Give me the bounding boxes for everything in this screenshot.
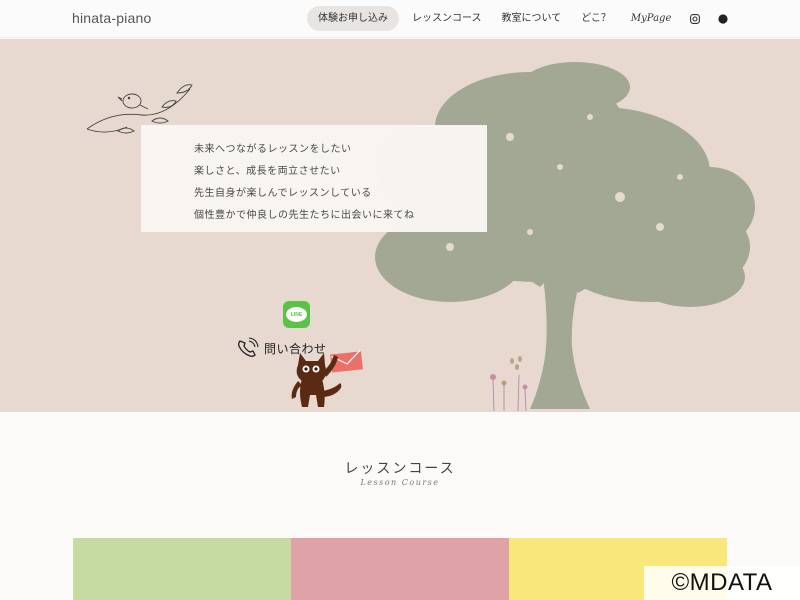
lesson-section-title: レッスンコース (344, 461, 456, 477)
lesson-cards (73, 538, 727, 600)
site-header: hinata-piano 体験お申し込み レッスンコース 教室について どこ？ … (0, 0, 800, 38)
message-line: 先生自身が楽しんでレッスンしている (194, 188, 372, 199)
main-nav: 体験お申し込み レッスンコース 教室について どこ？ MyPage (307, 6, 737, 31)
lesson-card-pink[interactable] (291, 538, 509, 600)
line-app-icon[interactable]: LINE (283, 301, 310, 328)
watermark: ©MDATA (644, 566, 800, 600)
message-box: 未来へつながるレッスンをしたい 楽しさと、成長を両立させたい 先生自身が楽しんで… (141, 125, 487, 232)
account-icon[interactable] (709, 6, 737, 31)
nav-about-school[interactable]: 教室について (492, 6, 572, 31)
message-line: 未来へつながるレッスンをしたい (194, 144, 352, 155)
instagram-icon[interactable] (681, 6, 709, 31)
line-badge-text: LINE (286, 307, 307, 322)
lesson-section-subtitle: Lesson Course (360, 478, 440, 487)
nav-trial-application[interactable]: 体験お申し込み (307, 6, 399, 31)
nav-lesson-course[interactable]: レッスンコース (402, 6, 492, 31)
message-line: 個性豊かで仲良しの先生たちに出会いに来てね (194, 210, 415, 221)
tree-illustration (375, 62, 755, 409)
hero-section: 未来へつながるレッスンをしたい 楽しさと、成長を両立させたい 先生自身が楽しんで… (0, 39, 800, 412)
phone-icon (238, 337, 259, 357)
flowers-illustration (490, 356, 528, 412)
cat-illustration (291, 353, 342, 407)
lesson-card-green[interactable] (73, 538, 291, 600)
message-line: 楽しさと、成長を両立させたい (194, 166, 341, 177)
site-logo[interactable]: hinata-piano (72, 10, 151, 26)
nav-location[interactable]: どこ？ (571, 6, 621, 31)
nav-mypage[interactable]: MyPage (621, 6, 681, 31)
